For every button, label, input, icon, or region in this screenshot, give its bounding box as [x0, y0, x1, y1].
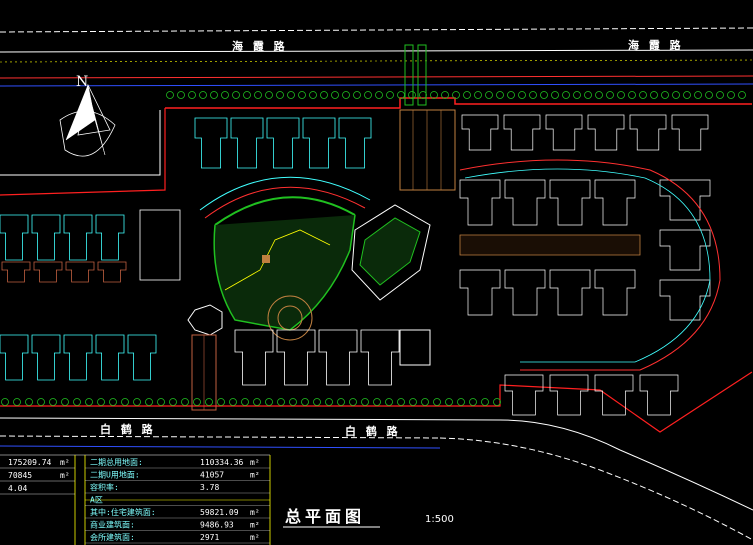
stats-right-unit: m²	[250, 458, 260, 467]
clubhouse	[351, 204, 431, 366]
tree-row-top	[166, 91, 746, 99]
stats-right-value: 9486.93	[200, 521, 234, 530]
drawing-scale: 1:500	[425, 514, 454, 525]
stats-right-label: 二期U用地面:	[90, 470, 140, 480]
stats-left-value: 4.04	[8, 484, 27, 493]
stats-right-value: 59821.09	[200, 508, 239, 517]
north-entrance	[399, 44, 456, 191]
tree-row-bottom	[1, 398, 501, 406]
road-label-top-left: 海 霞 路	[232, 39, 288, 53]
entrance-plaza	[187, 304, 223, 411]
central-garden	[199, 176, 371, 341]
stats-right-value: 3.78	[200, 483, 219, 492]
north-arrow	[59, 83, 116, 157]
road-label-bottom-left: 白 鹤 路	[100, 422, 156, 436]
stats-left-column: 175209.74 m² 70845 m² 4.04	[0, 458, 75, 495]
drawing-title: 总平面图	[285, 507, 365, 526]
master-plan-drawing: N 海 霞 路 海 霞 路 白 鹤 路 白 鹤 路 175209.74 m² 708…	[0, 27, 753, 545]
stats-right-unit: m²	[250, 471, 260, 480]
south-housing-blocks	[234, 329, 400, 386]
stats-left-value: 70845	[8, 471, 32, 480]
stats-left-unit: m²	[60, 471, 70, 480]
road-label-top-right: 海 霞 路	[628, 38, 684, 52]
stats-table	[0, 454, 271, 545]
top-road	[0, 27, 753, 87]
north-label: N	[76, 74, 88, 90]
stats-right-value: 41057	[200, 471, 224, 480]
stats-right-label: 二期总用地面:	[90, 457, 143, 467]
stats-right-label: 会所建筑面:	[90, 532, 135, 542]
stats-right-unit: m²	[250, 533, 260, 542]
left-housing-blocks	[0, 209, 181, 381]
stats-right-value: 110334.36	[200, 458, 244, 467]
stats-left-value: 175209.74	[8, 458, 52, 467]
stats-right-label: 商业建筑面:	[90, 520, 135, 530]
stats-right-label: 容积率:	[90, 482, 119, 492]
stats-right-unit: m²	[250, 521, 260, 530]
stats-right-label: A区	[90, 496, 103, 505]
stats-right-label: 其中:住宅建筑面:	[90, 507, 156, 517]
north-housing-blocks	[194, 117, 372, 169]
road-label-bottom-right: 白 鹤 路	[345, 424, 401, 438]
stats-right-value: 2971	[200, 533, 219, 542]
stats-left-unit: m²	[60, 458, 70, 467]
site-boundary	[165, 97, 752, 109]
site-plan-canvas: N 海 霞 路 海 霞 路 白 鹤 路 白 鹤 路 175209.74 m² 708…	[0, 0, 753, 545]
stats-right-unit: m²	[250, 508, 260, 517]
